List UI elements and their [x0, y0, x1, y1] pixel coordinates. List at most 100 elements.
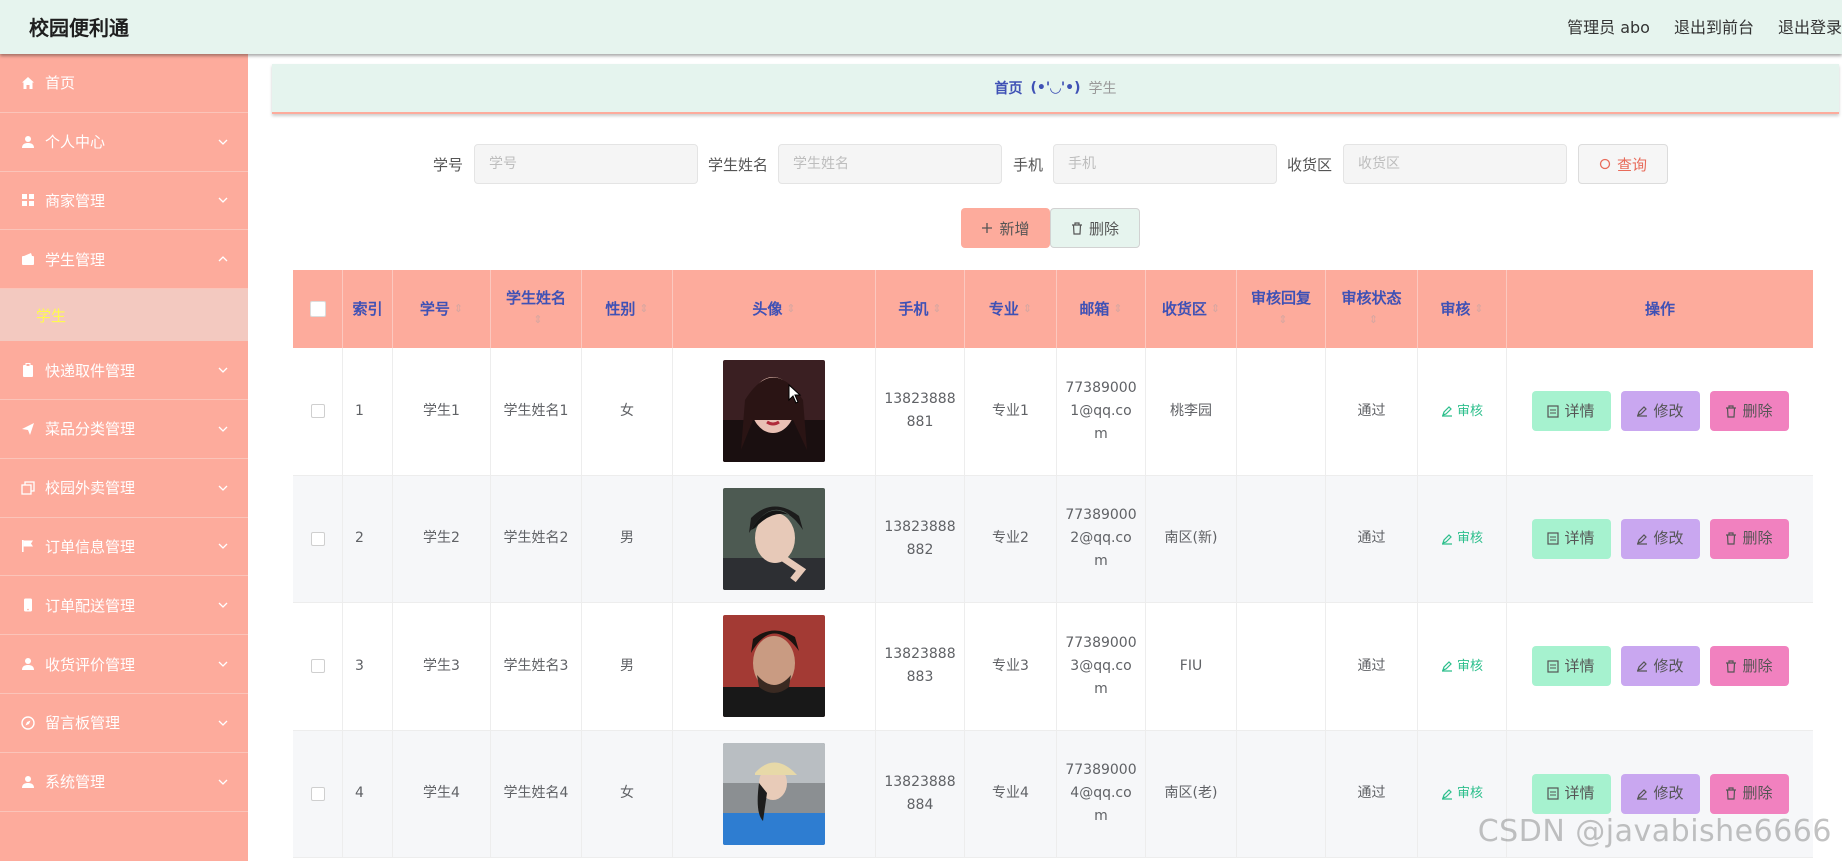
sidebar-item-review[interactable]: 收货评价管理: [0, 635, 248, 694]
sort-icon: ⇕: [533, 313, 543, 326]
sidebar-item-takeout[interactable]: 校园外卖管理: [0, 459, 248, 518]
sort-icon: ⇕: [639, 302, 649, 315]
chevron-down-icon: [218, 485, 228, 491]
edit-button[interactable]: 修改: [1620, 391, 1700, 432]
header-cell[interactable]: 性别 ⇕: [582, 270, 673, 348]
header-cell[interactable]: 专业 ⇕: [965, 270, 1057, 348]
audit-link[interactable]: 审核: [1441, 527, 1483, 550]
user-icon: [20, 134, 35, 149]
search-form: 学号 学生姓名 手机 收货区 查询: [272, 142, 1842, 186]
sidebar-item-label: 商家管理: [45, 191, 106, 210]
cell-email: 77389000 4@qq.co m: [1057, 730, 1146, 857]
detail-button[interactable]: 详情: [1531, 773, 1611, 814]
avatar[interactable]: [723, 487, 825, 590]
add-button[interactable]: 新增: [961, 208, 1050, 248]
header-cell[interactable]: 学生姓名 ⇕: [491, 270, 582, 348]
avatar[interactable]: [723, 742, 825, 845]
row-checkbox[interactable]: [310, 786, 325, 801]
header-cell[interactable]: 头像 ⇕: [673, 270, 876, 348]
detail-button[interactable]: 详情: [1531, 391, 1611, 432]
detail-button[interactable]: 详情: [1531, 646, 1611, 687]
cell-index: 4: [343, 730, 393, 857]
sidebar-item-order-info[interactable]: 订单信息管理: [0, 518, 248, 577]
sidebar-item-label: 个人中心: [45, 133, 106, 152]
delete-button[interactable]: 删除: [1709, 391, 1789, 432]
sort-icon: ⇕: [1368, 313, 1379, 326]
row-checkbox[interactable]: [310, 531, 325, 546]
phone-input[interactable]: [1053, 144, 1277, 184]
delete-button[interactable]: 删除: [1709, 646, 1789, 687]
sidebar-item-label: 订单配送管理: [45, 596, 136, 615]
edit-button[interactable]: 修改: [1620, 646, 1700, 687]
search-label-area: 收货区: [1287, 156, 1333, 174]
area-input[interactable]: [1343, 144, 1567, 184]
batch-delete-button[interactable]: 删除: [1050, 208, 1140, 248]
row-checkbox[interactable]: [310, 659, 325, 674]
sidebar-item-label: 收货评价管理: [45, 655, 136, 674]
header-cell[interactable]: 审核状态 ⇕: [1326, 270, 1418, 348]
audit-link[interactable]: 审核: [1441, 782, 1483, 805]
sidebar-item-order-delivery[interactable]: 订单配送管理: [0, 576, 248, 636]
sidebar-item-express[interactable]: 快递取件管理: [0, 341, 248, 400]
cell-major: 专业4: [965, 730, 1057, 857]
sidebar-item-home[interactable]: 首页: [0, 54, 248, 113]
sidebar-subitem-student[interactable]: 学生: [0, 289, 248, 342]
plus-icon: [982, 223, 993, 233]
detail-button[interactable]: 详情: [1531, 518, 1611, 559]
select-all-checkbox[interactable]: [309, 301, 326, 317]
row-checkbox[interactable]: [310, 404, 325, 419]
header-cell[interactable]: 审核回复 ⇕: [1237, 270, 1326, 348]
sidebar-item-message-board[interactable]: 留言板管理: [0, 694, 248, 753]
header-cell[interactable]: 学号 ⇕: [393, 270, 491, 348]
chevron-down-icon: [218, 198, 228, 204]
top-header: 校园便利通 管理员 abo 退出到前台 退出登录: [0, 0, 1842, 54]
query-button[interactable]: 查询: [1578, 144, 1668, 184]
breadcrumb-current: 学生: [1088, 81, 1117, 97]
audit-link[interactable]: 审核: [1441, 400, 1483, 423]
header-cell[interactable]: 手机 ⇕: [876, 270, 965, 348]
cell-reply: [1237, 475, 1326, 602]
sidebar-item-label: 系统管理: [45, 773, 106, 792]
avatar[interactable]: [723, 615, 825, 718]
logout-link[interactable]: 退出登录: [1778, 14, 1842, 38]
row-select[interactable]: [293, 348, 343, 475]
delete-button[interactable]: 删除: [1709, 773, 1789, 814]
cell-avatar: [673, 475, 876, 602]
sort-icon: ⇕: [1474, 302, 1484, 315]
sidebar-item-system[interactable]: 系统管理: [0, 753, 248, 812]
row-select[interactable]: [293, 730, 343, 857]
sidebar-item-dish-category[interactable]: 菜品分类管理: [0, 400, 248, 459]
sidebar-item-merchant[interactable]: 商家管理: [0, 172, 248, 231]
exit-to-front-link[interactable]: 退出到前台: [1674, 14, 1754, 38]
chevron-down-icon: [218, 544, 228, 550]
cell-index: 2: [343, 475, 393, 602]
header-select-all[interactable]: [293, 270, 343, 348]
cell-audit: 审核: [1418, 348, 1507, 475]
header-cell[interactable]: 收货区 ⇕: [1146, 270, 1237, 348]
edit-icon: [1637, 788, 1648, 800]
breadcrumb-home[interactable]: 首页: [994, 78, 1022, 98]
sort-icon: ⇕: [1113, 302, 1123, 315]
sort-icon: ⇕: [932, 302, 942, 315]
edit-button[interactable]: 修改: [1620, 773, 1700, 814]
document-icon: [1547, 660, 1560, 673]
chevron-down-icon: [218, 720, 228, 726]
sidebar-item-student[interactable]: 学生管理: [0, 230, 248, 290]
cell-status: 通过: [1326, 475, 1418, 602]
flag-icon: [20, 539, 35, 554]
cell-index: 3: [343, 603, 393, 730]
name-input[interactable]: [778, 144, 1002, 184]
delete-button[interactable]: 删除: [1709, 518, 1789, 559]
sidebar-item-personal-center[interactable]: 个人中心: [0, 113, 248, 172]
cell-name: 学生姓名1: [491, 348, 582, 475]
edit-button[interactable]: 修改: [1620, 518, 1700, 559]
row-select[interactable]: [293, 603, 343, 730]
audit-link[interactable]: 审核: [1441, 655, 1483, 678]
sort-icon: ⇕: [1278, 313, 1288, 326]
header-cell[interactable]: 审核 ⇕: [1418, 270, 1507, 348]
sid-input[interactable]: [474, 144, 698, 184]
header-cell[interactable]: 邮箱 ⇕: [1057, 270, 1146, 348]
cell-sid: 学生1: [393, 348, 491, 475]
avatar[interactable]: [723, 360, 825, 463]
row-select[interactable]: [293, 475, 343, 602]
